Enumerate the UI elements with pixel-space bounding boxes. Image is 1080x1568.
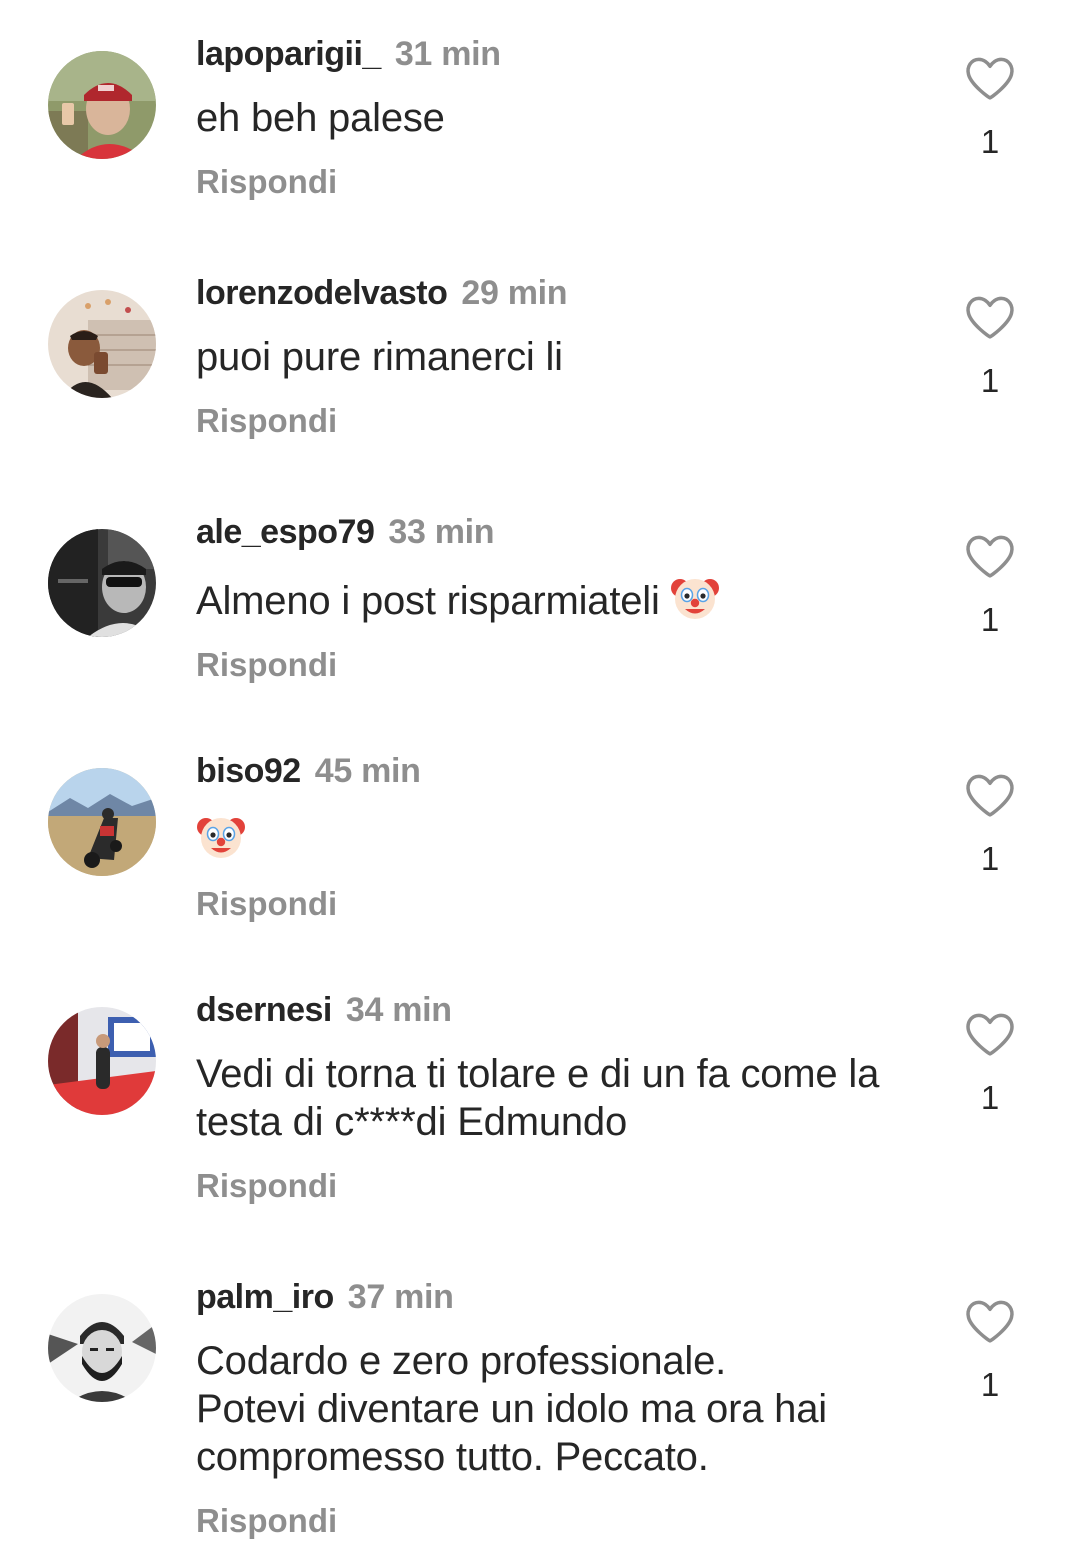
reply-button[interactable]: Rispondi (196, 1499, 926, 1543)
reply-button[interactable]: Rispondi (196, 399, 926, 443)
reply-button[interactable]: Rispondi (196, 643, 926, 687)
clown-face-emoji-icon (197, 818, 245, 858)
heart-icon (966, 535, 1014, 578)
timestamp: 33 min (388, 513, 495, 551)
timestamp: 45 min (314, 752, 421, 790)
reply-button[interactable]: Rispondi (196, 882, 926, 926)
like-button[interactable] (962, 1293, 1018, 1349)
username[interactable]: ale_espo79 (196, 513, 375, 551)
comment-meta: lorenzodelvasto 29 min (196, 271, 926, 315)
like-count: 1 (980, 123, 1000, 160)
username[interactable]: dsernesi (196, 991, 332, 1029)
comment-body: lorenzodelvasto 29 min puoi pure rimanerc… (196, 271, 926, 443)
comment-meta: dsernesi 34 min (196, 988, 926, 1032)
like-button[interactable] (962, 50, 1018, 106)
heart-icon (966, 1013, 1014, 1056)
comment-body: ale_espo79 33 min Almeno i post risparmia… (196, 510, 926, 687)
avatar[interactable] (48, 529, 156, 637)
username[interactable]: lorenzodelvasto (196, 274, 448, 312)
like-button[interactable] (962, 528, 1018, 584)
like-count: 1 (980, 1079, 1000, 1116)
profile-photo-motorcycle-icon (48, 768, 156, 876)
comment-text: eh beh palese (196, 96, 445, 140)
comment-text: puoi pure rimanerci li (196, 335, 563, 379)
profile-photo-man-selfie-icon (48, 290, 156, 398)
heart-icon (966, 1300, 1014, 1343)
like-button[interactable] (962, 289, 1018, 345)
avatar[interactable] (48, 51, 156, 159)
username[interactable]: lapoparigii_ (196, 35, 381, 73)
profile-photo-man-red-cap-icon (48, 51, 156, 159)
avatar[interactable] (48, 1294, 156, 1402)
comment-meta: lapoparigii_ 31 min (196, 32, 926, 76)
comment-text: Vedi di torna ti tolare e di un fa come … (196, 1052, 880, 1144)
comment-body: lapoparigii_ 31 min eh beh palese Rispond… (196, 32, 926, 204)
comment-meta: palm_iro 37 min (196, 1275, 926, 1319)
timestamp: 29 min (461, 274, 568, 312)
like-count: 1 (980, 1366, 1000, 1403)
comment-body: dsernesi 34 min Vedi di torna ti tolare e… (196, 988, 926, 1208)
clown-face-emoji-icon (670, 579, 719, 619)
like-button[interactable] (962, 1006, 1018, 1062)
heart-icon (966, 774, 1014, 817)
username[interactable]: palm_iro (196, 1278, 334, 1316)
profile-photo-man-sunglasses-bw-icon (48, 529, 156, 637)
avatar[interactable] (48, 1007, 156, 1115)
like-count: 1 (980, 362, 1000, 399)
like-button[interactable] (962, 767, 1018, 823)
reply-button[interactable]: Rispondi (196, 1164, 926, 1208)
username[interactable]: biso92 (196, 752, 301, 790)
comment-text: Codardo e zero professionale. Potevi div… (196, 1339, 827, 1479)
avatar[interactable] (48, 768, 156, 876)
heart-icon (966, 296, 1014, 339)
timestamp: 34 min (345, 991, 452, 1029)
comment-body: palm_iro 37 min Codardo e zero profession… (196, 1275, 926, 1543)
comment-meta: ale_espo79 33 min (196, 510, 926, 554)
timestamp: 31 min (394, 35, 501, 73)
heart-icon (966, 57, 1014, 100)
profile-photo-bearded-man-bw-icon (48, 1294, 156, 1402)
comment-text (196, 811, 926, 864)
profile-photo-red-carpet-icon (48, 1007, 156, 1115)
comment-body: biso92 45 min Rispondi (196, 749, 926, 926)
reply-button[interactable]: Rispondi (196, 160, 926, 204)
comment-meta: biso92 45 min (196, 749, 926, 793)
like-count: 1 (980, 601, 1000, 638)
avatar[interactable] (48, 290, 156, 398)
timestamp: 37 min (347, 1278, 454, 1316)
like-count: 1 (980, 840, 1000, 877)
comment-text-content: Almeno i post risparmiateli (196, 579, 660, 623)
comment-text: Almeno i post risparmiateli (196, 572, 926, 625)
